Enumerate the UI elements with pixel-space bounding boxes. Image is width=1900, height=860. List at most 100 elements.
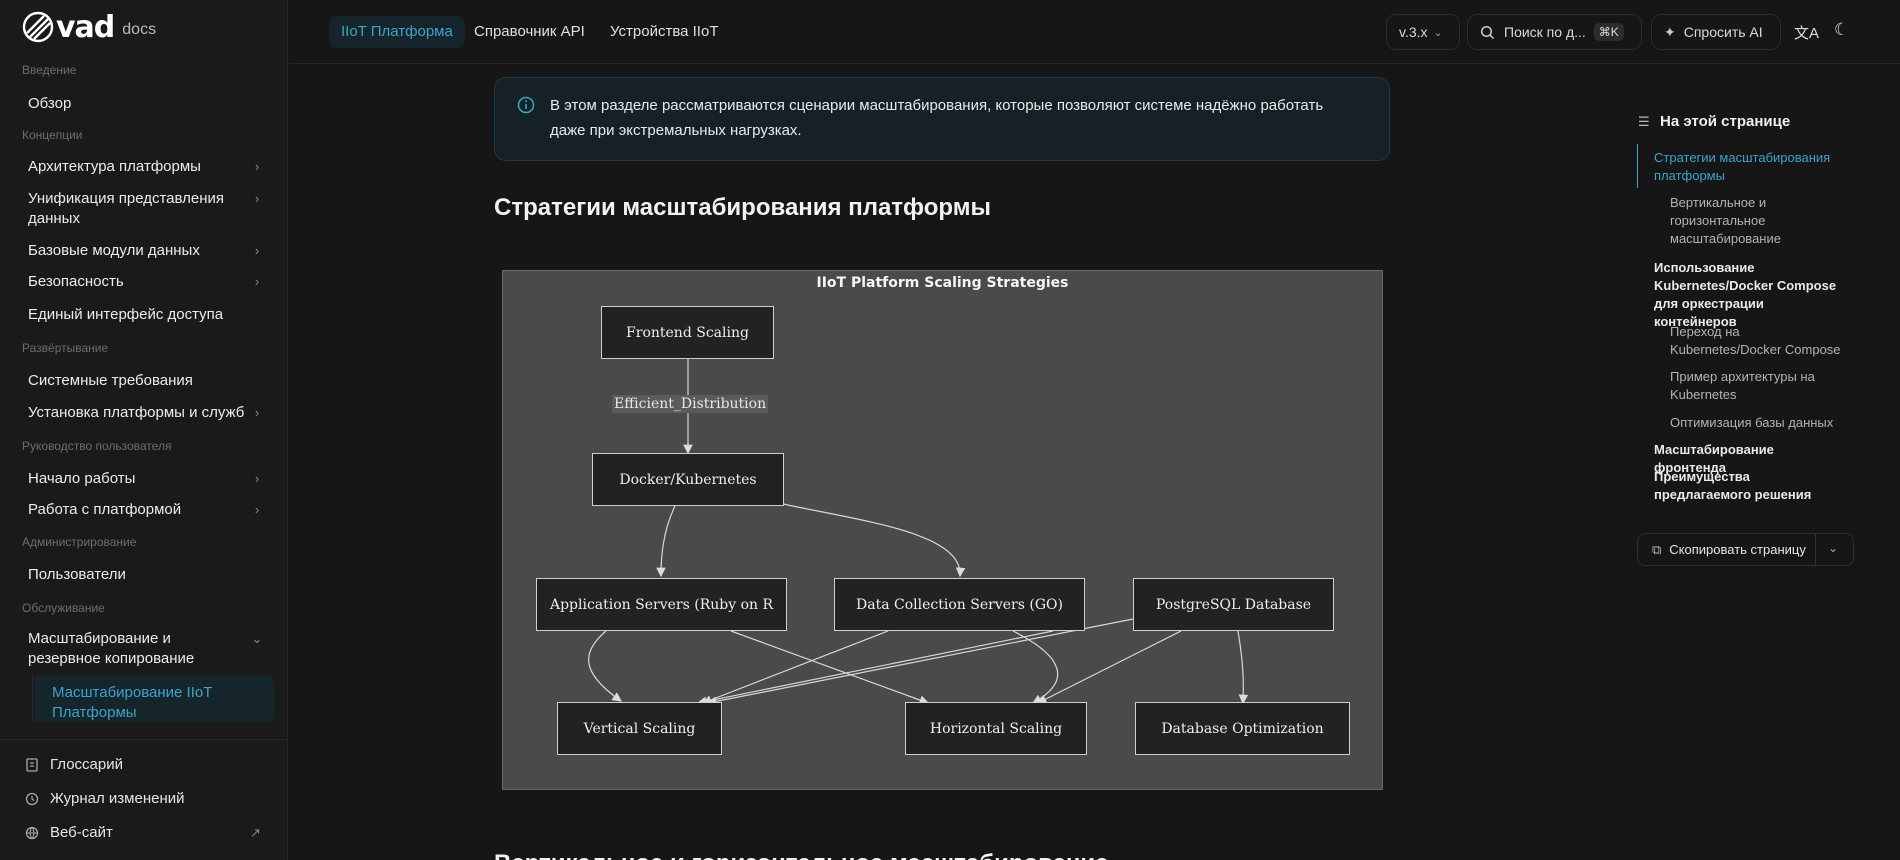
list-icon: ☰ [1638,113,1650,129]
changelog-label: Журнал изменений [50,790,185,807]
logo-word: vad [56,9,115,45]
section-heading: Стратегии масштабирования платформы [494,194,991,221]
node-application-servers: Application Servers (Ruby on R [536,578,787,631]
search-placeholder: Поиск по д... [1504,24,1586,40]
sparkle-icon: ✦ [1664,23,1676,40]
tab-api-reference[interactable]: Справочник API [474,16,585,48]
sidebar-item-label: Начало работы [28,470,136,487]
sidebar-item-base-modules[interactable]: Базовые модули данных › [28,241,264,261]
node-database-optimization: Database Optimization [1135,702,1350,755]
ask-ai-button[interactable]: ✦ Спросить AI [1651,14,1781,50]
sidebar-item-scaling-backup[interactable]: Масштабирование и резервное копирование ⌄ [28,629,262,669]
sidebar-item-label: Работа с платформой [28,501,182,518]
toc-item-vertical-horizontal[interactable]: Вертикальное и горизонтальное масштабиро… [1670,194,1850,248]
sidebar-item-label: Унификация представления данных [28,190,225,227]
scaling-diagram: IIoT Platform Scaling Strategies Fronten… [502,270,1383,790]
chevron-right-icon: › [254,191,260,206]
sidebar-item-label: Обзор [28,95,72,112]
translate-icon[interactable]: 文A [1794,22,1819,43]
sidebar-item-unification[interactable]: Унификация представления данных › [28,189,259,229]
chevron-down-icon: ⌄ [1433,26,1443,39]
edge-docker-app [656,505,676,578]
edge-docker-data [782,503,966,578]
chevron-right-icon: › [254,471,260,486]
sidebar-item-label: Архитектура платформы [28,158,201,175]
edge-data-vertical-2 [696,630,1054,707]
version-label: v.3.x [1399,24,1428,40]
logo-mark-icon [22,11,54,43]
node-vertical-scaling: Vertical Scaling [557,702,722,755]
chevron-right-icon: › [254,502,260,517]
sidebar-item-label: Установка платформы и служб [28,404,245,421]
sidebar-item-getting-started[interactable]: Начало работы › [28,469,264,489]
search-input[interactable]: Поиск по д... ⌘K [1467,14,1642,50]
glossary-link[interactable]: Глоссарий [24,756,123,773]
sidebar-footer: Глоссарий Журнал изменений Веб-сайт ↗ [0,739,288,860]
search-icon [1480,25,1495,39]
toc-item-architecture-example[interactable]: Пример архитектуры на Kubernetes [1670,368,1850,404]
info-callout: В этом разделе рассматриваются сценарии … [494,77,1390,161]
toc-item-migration[interactable]: Переход на Kubernetes/Docker Compose [1670,323,1850,359]
edge-pg-dbopt [1237,630,1249,705]
sidebar-item-scaling-iiot[interactable]: Масштабирование IIoT Платформы [34,675,274,722]
sidebar-nav: Введение Обзор Концепции Архитектура пла… [0,58,288,722]
sidebar-item-label: Масштабирование и резервное копирование [28,630,195,667]
chevron-right-icon: › [254,243,260,258]
sidebar-item-label: Системные требования [28,372,193,389]
version-selector[interactable]: v.3.x ⌄ [1386,14,1460,50]
edge-app-vertical [588,630,622,702]
info-icon [517,96,535,114]
toc-item-db-optimization[interactable]: Оптимизация базы данных [1670,414,1850,432]
toc-item-strategies[interactable]: Стратегии масштабирования платформы [1654,149,1844,185]
logo-docs-label: docs [122,21,157,38]
sidebar-item-single-access[interactable]: Единый интерфейс доступа [28,305,264,325]
tab-iiot-platform[interactable]: IIoT Платформа [329,16,465,48]
book-icon [24,757,40,773]
diagram-title: IIoT Platform Scaling Strategies [816,275,1069,291]
history-icon [24,791,40,807]
node-frontend-scaling: Frontend Scaling [601,306,774,359]
website-link[interactable]: Веб-сайт ↗ [24,824,264,841]
callout-text: В этом разделе рассматриваются сценарии … [550,97,1324,139]
theme-toggle-icon[interactable]: ☾ [1834,20,1849,40]
node-horizontal-scaling: Horizontal Scaling [905,702,1087,755]
edge-data-vertical [701,630,889,705]
section-guide: Руководство пользователя [22,439,172,453]
copy-divider [1815,534,1816,565]
sidebar-item-architecture[interactable]: Архитектура платформы › [28,157,264,177]
section-concepts: Концепции [22,128,83,142]
ask-ai-label: Спросить AI [1683,24,1763,40]
edge-label-efficient-distribution: Efficient_Distribution [612,395,769,413]
chevron-down-icon[interactable]: ⌄ [1828,541,1838,555]
chevron-right-icon: › [254,405,260,420]
toc-item-advantages[interactable]: Преимущества предлагаемого решения [1654,468,1844,504]
copy-page-button[interactable]: ⧉ Скопировать страницу ⌄ [1637,533,1854,566]
sidebar-item-label: Единый интерфейс доступа [28,306,224,323]
section-service: Обслуживание [22,601,105,615]
chevron-right-icon: › [254,274,260,289]
edge-pg-horizontal [1036,630,1182,704]
sidebar-item-label: Масштабирование IIoT Платформы [52,684,213,721]
toc-title-label: На этой странице [1660,113,1791,130]
subnav-line [32,675,33,722]
next-section-heading: Вертикальное и горизонтальное масштабиро… [494,850,1109,860]
sidebar-item-label: Пользователи [28,566,126,583]
sidebar-item-overview[interactable]: Обзор [28,94,264,114]
toc-active-indicator [1637,144,1638,188]
changelog-link[interactable]: Журнал изменений [24,790,184,807]
sidebar-item-working[interactable]: Работа с платформой › [28,500,264,520]
section-deploy: Развёртывание [22,341,109,355]
node-postgresql-database: PostgreSQL Database [1133,578,1334,631]
section-admin: Администрирование [22,535,137,549]
glossary-label: Глоссарий [50,756,123,773]
chevron-down-icon: ⌄ [251,631,263,646]
sidebar-item-users[interactable]: Пользователи [28,565,264,585]
sidebar-item-security[interactable]: Безопасность › [28,272,264,292]
logo[interactable]: vad docs [22,9,157,45]
sidebar-item-install[interactable]: Установка платформы и служб › [28,403,264,423]
globe-icon [24,825,40,841]
toc-item-kubernetes-docker[interactable]: Использование Kubernetes/Docker Compose … [1654,259,1844,331]
sidebar: vad docs Введение Обзор Концепции Архите… [0,0,288,860]
sidebar-item-requirements[interactable]: Системные требования [28,371,264,391]
tab-iiot-devices[interactable]: Устройства IIoT [610,16,718,48]
